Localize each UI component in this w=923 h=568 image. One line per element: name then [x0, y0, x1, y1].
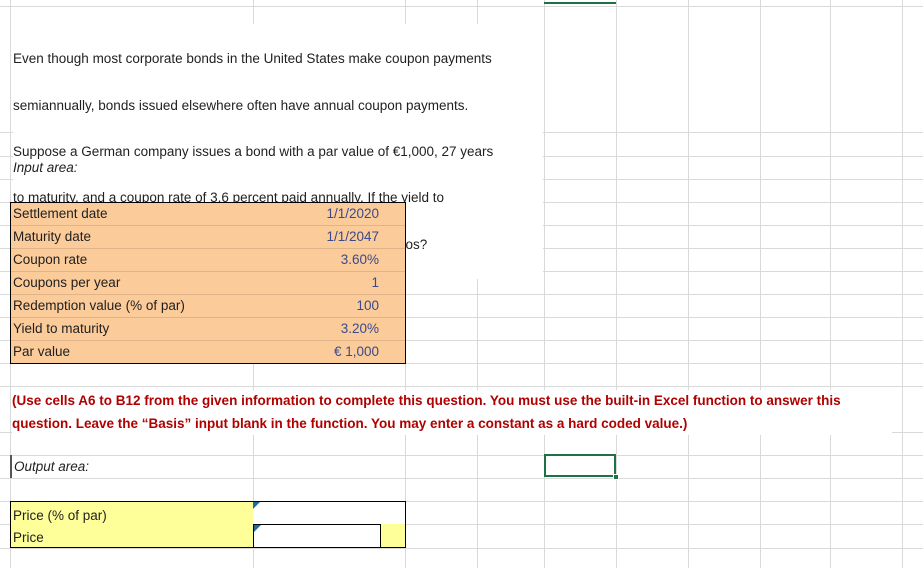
- input-label: Maturity date: [13, 229, 92, 244]
- cell-border-mark: [10, 455, 12, 478]
- comment-indicator-icon: [253, 502, 260, 509]
- input-row-redemption-value[interactable]: Redemption value (% of par) 100: [11, 295, 405, 318]
- instruction-text-cell[interactable]: (Use cells A6 to B12 from the given info…: [12, 390, 892, 435]
- answer-cell-price[interactable]: [253, 524, 381, 548]
- input-row-coupon-rate[interactable]: Coupon rate 3.60%: [11, 249, 405, 272]
- question-line: Suppose a German company issues a bond w…: [13, 143, 494, 159]
- input-row-yield-to-maturity[interactable]: Yield to maturity 3.20%: [11, 318, 405, 341]
- output-label-price[interactable]: Price: [13, 530, 44, 545]
- input-value: € 1,000: [333, 344, 379, 359]
- input-value: 3.60%: [340, 252, 379, 267]
- active-cell-selection[interactable]: [544, 454, 616, 477]
- input-row-maturity-date[interactable]: Maturity date 1/1/2047: [11, 226, 405, 249]
- input-label: Coupon rate: [13, 252, 88, 267]
- comment-indicator-icon: [254, 525, 261, 532]
- column-selection-indicator: [544, 0, 616, 4]
- output-label-price-percent[interactable]: Price (% of par): [13, 508, 107, 523]
- input-table: Settlement date 1/1/2020 Maturity date 1…: [10, 202, 406, 364]
- input-label: Redemption value (% of par): [13, 298, 185, 313]
- instruction-line: question. Leave the “Basis” input blank …: [12, 415, 688, 431]
- input-value: 1/1/2020: [326, 206, 379, 221]
- question-line: semiannually, bonds issued elsewhere oft…: [13, 97, 469, 113]
- output-area-label[interactable]: Output area:: [14, 459, 89, 474]
- input-row-settlement-date[interactable]: Settlement date 1/1/2020: [11, 203, 405, 226]
- input-value: 1/1/2047: [326, 229, 379, 244]
- input-label: Coupons per year: [13, 275, 121, 290]
- input-label: Par value: [13, 344, 71, 359]
- answer-cell-price-percent[interactable]: [253, 502, 405, 524]
- input-area-label[interactable]: Input area:: [13, 160, 78, 175]
- input-label: Settlement date: [13, 206, 108, 221]
- input-row-coupons-per-year[interactable]: Coupons per year 1: [11, 272, 405, 295]
- question-line: Even though most corporate bonds in the …: [13, 51, 492, 67]
- input-row-par-value[interactable]: Par value € 1,000: [11, 341, 405, 364]
- input-value: 3.20%: [340, 321, 379, 336]
- instruction-line: (Use cells A6 to B12 from the given info…: [12, 393, 841, 408]
- input-value: 100: [356, 298, 379, 313]
- fill-handle[interactable]: [613, 474, 619, 480]
- input-label: Yield to maturity: [13, 321, 110, 336]
- input-value: 1: [371, 275, 379, 290]
